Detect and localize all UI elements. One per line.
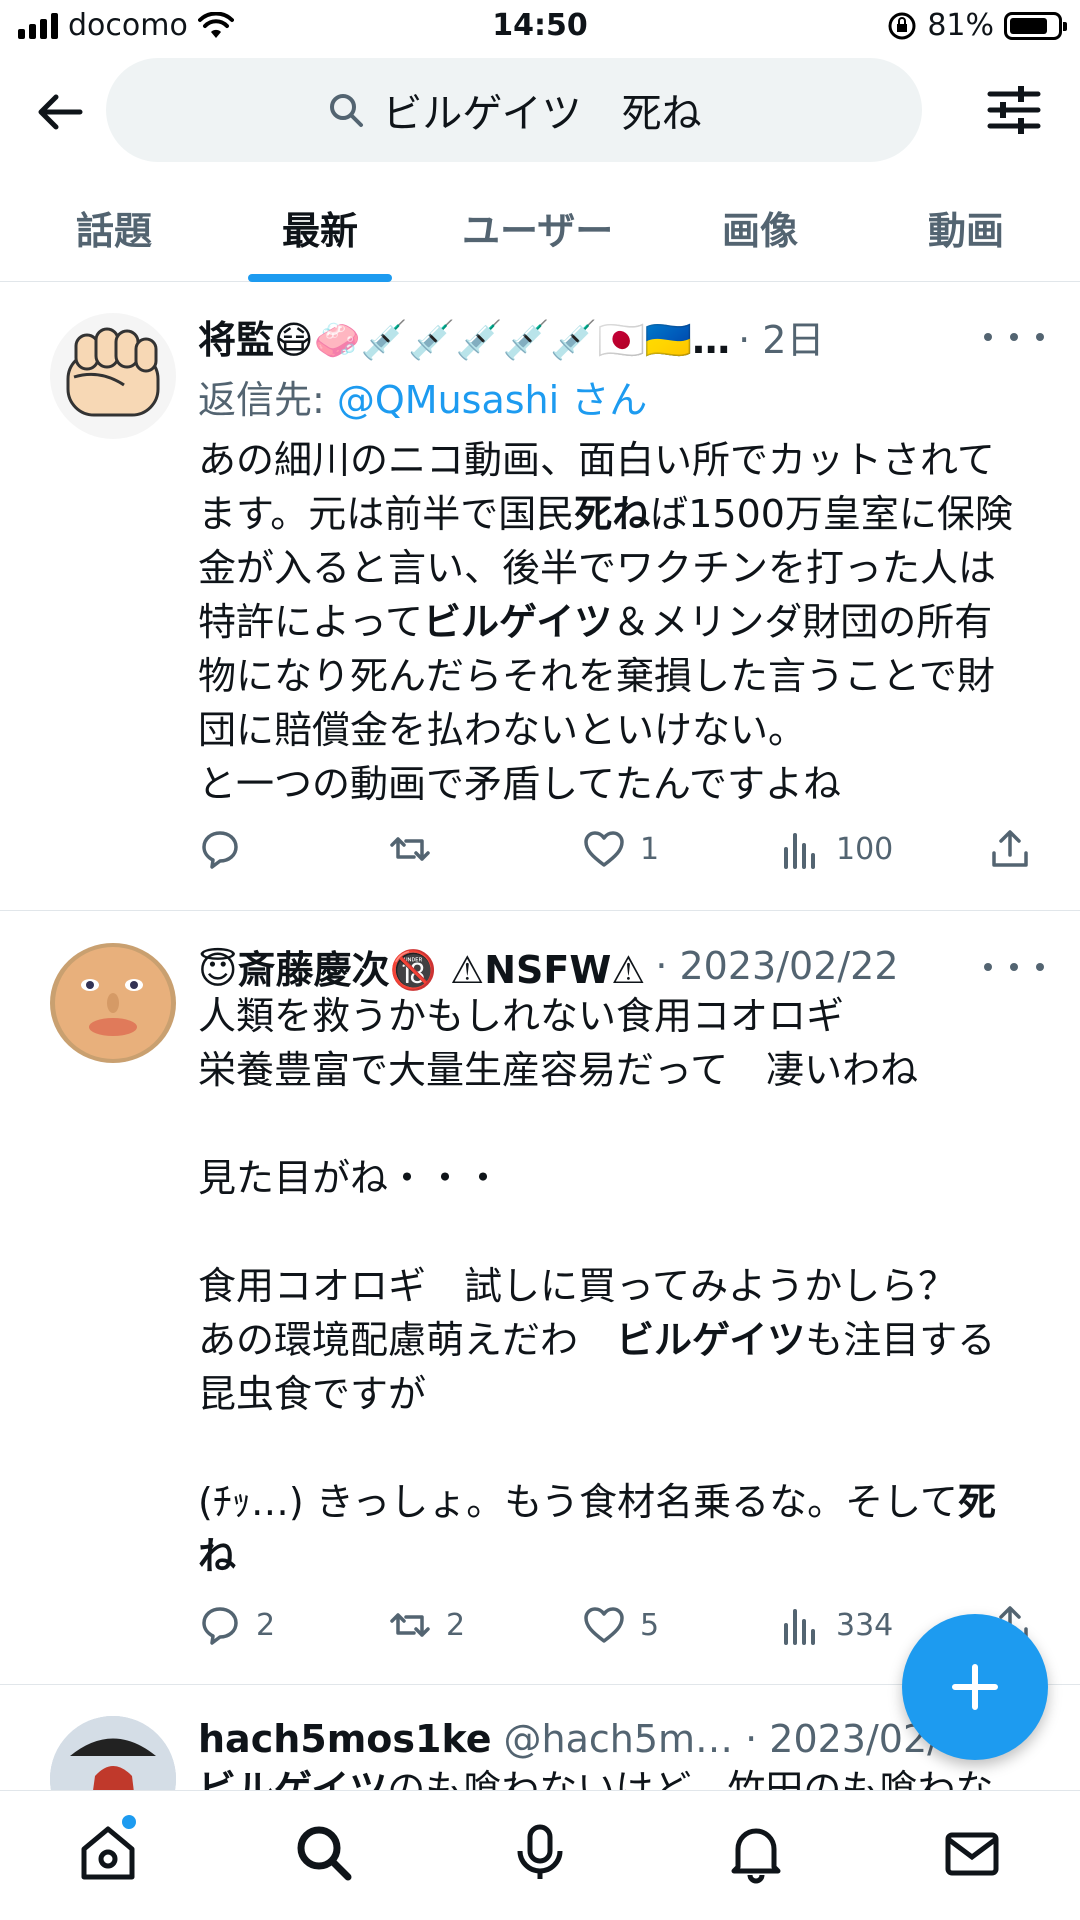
tab-trending[interactable]: 話題	[76, 200, 152, 255]
tab-latest[interactable]: 最新	[282, 200, 358, 255]
bottom-nav	[0, 1790, 1080, 1920]
tweet-actions: 2 2 5 334	[198, 1603, 1032, 1647]
display-name[interactable]: 将監😷🧼💉💉💉💉💉🇯🇵🇺🇦…	[198, 309, 730, 364]
like-count: 1	[640, 831, 660, 867]
like-count: 5	[640, 1607, 660, 1643]
reply-icon	[202, 1607, 238, 1645]
status-right: 81%	[887, 8, 1067, 43]
retweet-icon	[390, 1613, 430, 1637]
timestamp[interactable]: @hach5m… · 2023/02/1	[504, 1717, 965, 1761]
text-line: 栄養豊富で大量生産容易だって 凄いわね	[198, 1048, 919, 1092]
reply-button[interactable]	[198, 827, 256, 871]
tweet-text: あの細川のニコ動画、面白い所でカットされてます。元は前半で国民死ねば1500万皇…	[198, 433, 1028, 811]
avatar[interactable]	[50, 943, 176, 1063]
tweet-actions: 1 100	[198, 827, 1032, 871]
retweet-button[interactable]: 2	[388, 1603, 465, 1647]
bell-icon[interactable]	[724, 1821, 788, 1885]
bar-chart-icon	[784, 1609, 815, 1645]
views-button[interactable]: 334	[778, 1603, 893, 1647]
tab-videos[interactable]: 動画	[928, 200, 1004, 255]
view-count: 100	[836, 831, 894, 867]
reply-icon	[202, 831, 238, 869]
share-icon	[992, 830, 1028, 867]
compose-button[interactable]	[902, 1614, 1048, 1760]
sliders-icon[interactable]	[984, 80, 1044, 140]
retweet-count: 2	[446, 1607, 466, 1643]
more-icon[interactable]	[984, 327, 1044, 347]
spaces-icon[interactable]	[508, 1821, 572, 1885]
tab-users[interactable]: ユーザー	[462, 200, 613, 255]
tweet-header: 将監😷🧼💉💉💉💉💉🇯🇵🇺🇦… · 2日	[198, 309, 824, 364]
view-count: 334	[836, 1607, 894, 1643]
battery-percent: 81%	[927, 8, 994, 43]
battery-icon	[1004, 11, 1067, 40]
search-input[interactable]: ビルゲイツ 死ね	[106, 58, 922, 162]
plus-icon	[952, 1664, 998, 1710]
text-line	[198, 1205, 1028, 1259]
reply-prefix: 返信先:	[198, 378, 337, 422]
timestamp[interactable]: · 2日	[738, 309, 824, 364]
timestamp[interactable]: · 2023/02/22	[655, 944, 898, 988]
tweet-text: ビルゲイツのも喰わないけど、竹田のも喰わな	[198, 1762, 1028, 1790]
heart-icon	[584, 831, 624, 867]
search-header: ビルゲイツ 死ね	[0, 56, 1080, 166]
avatar[interactable]	[50, 1716, 176, 1790]
reply-handle-link[interactable]: @QMusashi	[337, 378, 559, 422]
text-line: 見た目がね・・・	[198, 1156, 503, 1200]
text-line: 食用コオロギ 試しに買ってみようかしら？	[198, 1264, 957, 1308]
retweet-button[interactable]	[388, 827, 446, 871]
status-bar: docomo 14:50 81%	[0, 0, 1080, 56]
like-button[interactable]: 5	[582, 1603, 659, 1647]
text-part: あの環境配慮萌えだわ	[198, 1318, 617, 1362]
tweet-header: hach5mos1ke @hach5m… · 2023/02/1	[198, 1714, 964, 1764]
tweet-header: 😇斎藤慶次🔞 ⚠NSFW⚠ · 2023/02/22	[198, 939, 899, 994]
views-button[interactable]: 100	[778, 827, 893, 871]
face-icon	[55, 947, 171, 1059]
notification-dot	[122, 1815, 136, 1829]
arrow-left-icon[interactable]	[30, 82, 90, 142]
display-name[interactable]: hach5mos1ke	[198, 1717, 492, 1761]
text-line: 人類を救うかもしれない食用コオロギ	[198, 994, 845, 1038]
tweet[interactable]: 将監😷🧼💉💉💉💉💉🇯🇵🇺🇦… · 2日 返信先: @QMusashi さん あの…	[0, 283, 1080, 911]
bar-chart-icon	[784, 833, 815, 869]
search-icon	[330, 94, 364, 127]
search-icon[interactable]	[292, 1821, 356, 1885]
like-button[interactable]: 1	[582, 827, 659, 871]
share-button[interactable]	[988, 827, 1032, 871]
highlight: 死ね	[574, 492, 651, 536]
reply-count: 2	[256, 1607, 276, 1643]
avatar[interactable]	[50, 313, 176, 439]
painting-icon	[50, 1716, 176, 1790]
search-query: ビルゲイツ 死ね	[382, 91, 702, 137]
text-line: と一つの動画で矛盾してたんですよね	[198, 762, 841, 806]
rotation-lock-icon	[888, 12, 916, 39]
tab-images[interactable]: 画像	[722, 200, 798, 255]
text-part: のも喰わないけど、竹田のも喰わな	[387, 1767, 994, 1790]
text-line	[198, 1097, 1028, 1151]
heart-icon	[584, 1607, 624, 1643]
highlight: ビルゲイツ	[616, 1318, 806, 1362]
more-icon[interactable]	[984, 957, 1044, 977]
display-name[interactable]: 😇斎藤慶次🔞 ⚠NSFW⚠	[198, 939, 645, 994]
search-tabs: 話題 最新 ユーザー 画像 動画	[0, 166, 1080, 282]
reply-context: 返信先: @QMusashi さん	[198, 369, 647, 424]
highlight: ビルゲイツ	[198, 1767, 388, 1790]
fist-icon	[66, 327, 160, 417]
text-part: (ﾁｯ…) きっしょ。もう食材名乗るな。そして	[198, 1480, 958, 1524]
home-icon[interactable]	[76, 1821, 140, 1885]
text-line	[198, 1421, 1028, 1475]
retweet-icon	[390, 837, 430, 861]
tweet-text: 人類を救うかもしれない食用コオロギ 栄養豊富で大量生産容易だって 凄いわね 見た…	[198, 989, 1028, 1583]
active-tab-indicator	[248, 274, 392, 282]
highlight: ビルゲイツ	[422, 600, 613, 644]
tweet[interactable]: 😇斎藤慶次🔞 ⚠NSFW⚠ · 2023/02/22 人類を救うかもしれない食用…	[0, 911, 1080, 1685]
reply-button[interactable]: 2	[198, 1603, 275, 1647]
mail-icon[interactable]	[940, 1821, 1004, 1885]
reply-suffix: さん	[559, 378, 648, 422]
